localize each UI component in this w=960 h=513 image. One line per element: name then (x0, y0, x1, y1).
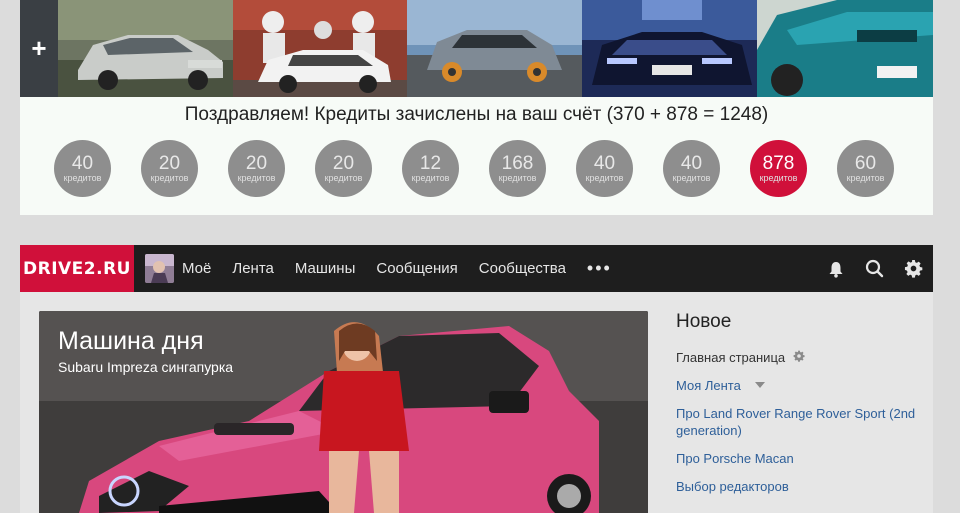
credit-unit: кредитов (237, 173, 276, 183)
car-photo-strip: + (20, 0, 933, 97)
site-header: DRIVE2.RU Моё Лента Машины Сообщения Соо… (20, 245, 933, 292)
sidebar-item-label: Про Porsche Macan (676, 451, 794, 466)
sidebar-item-label: Моя Лента (676, 378, 741, 393)
car-photo-golf[interactable] (233, 0, 407, 97)
plus-icon: + (31, 33, 47, 63)
credit-badge: 60 кредитов (837, 140, 894, 197)
more-menu-button[interactable]: ••• (587, 258, 612, 279)
nav-my[interactable]: Моё (182, 260, 211, 277)
credit-badge: 20 кредитов (228, 140, 285, 197)
car-photo-civic[interactable] (757, 0, 933, 97)
sidebar-item-porsche[interactable]: Про Porsche Macan (676, 450, 926, 467)
nav-communities[interactable]: Сообщества (479, 260, 566, 277)
credit-amount: 40 (680, 153, 703, 174)
sidebar-item-label: Главная страница (676, 350, 786, 365)
credit-badge: 878 кредитов (750, 140, 807, 197)
credit-amount: 40 (71, 153, 94, 174)
search-icon[interactable] (865, 259, 884, 278)
credit-amount: 40 (593, 153, 616, 174)
credits-panel: + Поздравляем! Кредиты зачислены на ваш … (20, 0, 933, 215)
credit-badge: 40 кредитов (576, 140, 633, 197)
credit-badge: 40 кредитов (663, 140, 720, 197)
sidebar-item-label: Выбор редакторов (676, 479, 789, 494)
credit-amount: 878 (762, 153, 795, 174)
gear-icon[interactable] (904, 259, 923, 278)
credit-badges: 40 кредитов 20 кредитов 20 кредитов 20 кредитов… (54, 140, 894, 197)
car-photo-zaporozhets[interactable] (407, 0, 582, 97)
add-photo-button[interactable]: + (20, 0, 58, 97)
credit-unit: кредитов (498, 173, 537, 183)
credit-amount: 20 (245, 153, 268, 174)
site-logo[interactable]: DRIVE2.RU (20, 245, 134, 292)
credit-unit: кредитов (759, 173, 798, 183)
credit-amount: 12 (419, 153, 442, 174)
car-of-the-day[interactable]: Машина дня Subaru Impreza сингапурка (39, 311, 648, 513)
nav-messages[interactable]: Сообщения (376, 260, 457, 277)
credit-unit: кредитов (672, 173, 711, 183)
sidebar-item-label: Про Land Rover Range Rover Sport (2nd ge… (676, 406, 916, 438)
bell-icon[interactable] (827, 260, 845, 278)
credit-amount: 168 (501, 153, 534, 174)
nav-feed[interactable]: Лента (232, 260, 274, 277)
sidebar-title: Новое (676, 311, 732, 332)
nav-cars[interactable]: Машины (295, 260, 355, 277)
credit-unit: кредитов (63, 173, 102, 183)
header-icons (827, 245, 923, 292)
credit-unit: кредитов (585, 173, 624, 183)
credit-amount: 60 (854, 153, 877, 174)
credit-unit: кредитов (324, 173, 363, 183)
sidebar-item-editors-choice[interactable]: Выбор редакторов (676, 478, 926, 495)
credit-unit: кредитов (411, 173, 450, 183)
credits-message: Поздравляем! Кредиты зачислены на ваш сч… (184, 104, 769, 125)
hero-subtitle[interactable]: Subaru Impreza сингапурка (58, 359, 233, 375)
sidebar-item-range-rover[interactable]: Про Land Rover Range Rover Sport (2nd ge… (676, 405, 926, 439)
main-content: Машина дня Subaru Impreza сингапурка Нов… (20, 292, 933, 513)
credit-amount: 20 (158, 153, 181, 174)
credit-badge: 20 кредитов (315, 140, 372, 197)
credit-badge: 40 кредитов (54, 140, 111, 197)
credit-amount: 20 (332, 153, 355, 174)
sidebar-item-my-feed[interactable]: Моя Лента (676, 377, 926, 394)
car-photo-honda[interactable] (582, 0, 757, 97)
main-nav: Моё Лента Машины Сообщения Сообщества ••… (145, 245, 612, 292)
credit-badge: 12 кредитов (402, 140, 459, 197)
chevron-down-icon[interactable] (754, 382, 765, 388)
credit-badge: 20 кредитов (141, 140, 198, 197)
sidebar-item-home[interactable]: Главная страница (676, 349, 926, 366)
credit-unit: кредитов (846, 173, 885, 183)
sidebar-new: Новое Главная страница Моя Лента Про Lan… (676, 311, 926, 506)
gear-icon[interactable] (793, 350, 805, 362)
credit-unit: кредитов (150, 173, 189, 183)
car-photo-mercedes[interactable] (58, 0, 233, 97)
avatar[interactable] (145, 254, 174, 283)
credit-badge: 168 кредитов (489, 140, 546, 197)
hero-title: Машина дня (58, 327, 204, 355)
